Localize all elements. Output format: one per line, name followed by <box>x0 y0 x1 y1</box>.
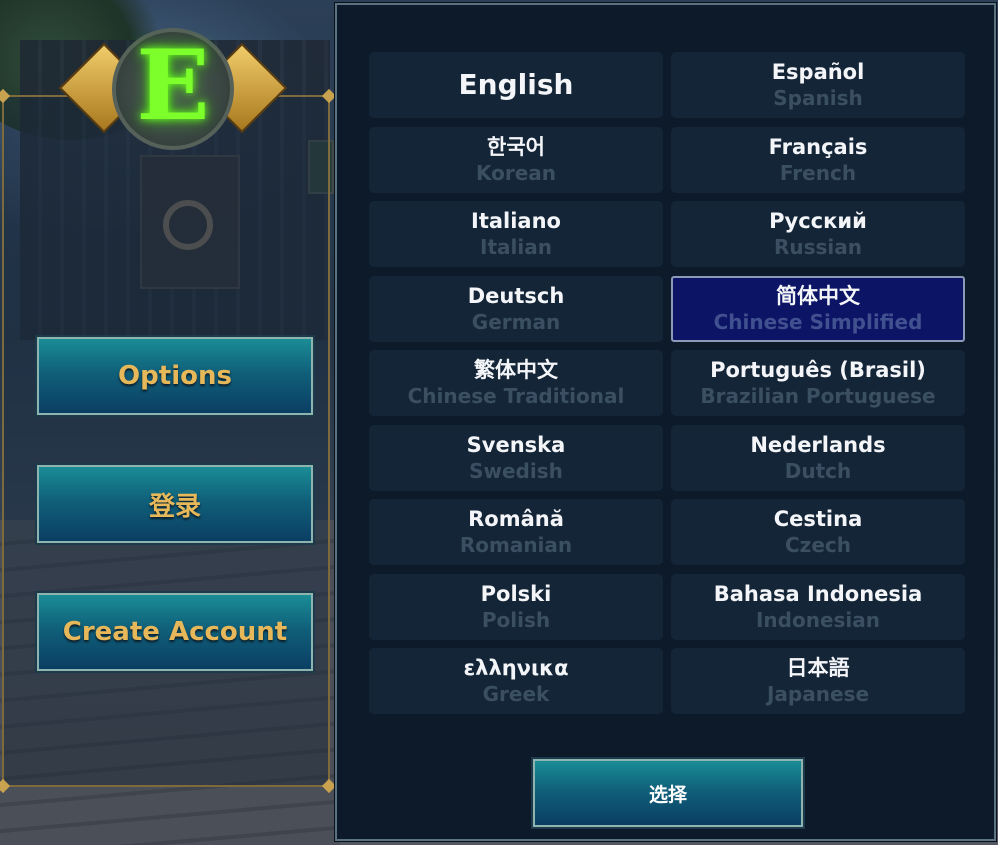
options-button[interactable]: Options <box>35 335 315 417</box>
language-option-spanish[interactable]: Español Spanish <box>671 52 965 118</box>
language-select-dialog: English Español Spanish 한국어 Korean Franç… <box>334 2 997 842</box>
language-option-polish[interactable]: Polski Polish <box>369 573 663 640</box>
language-english-name: Dutch <box>784 458 852 483</box>
language-english-name: Russian <box>773 235 863 259</box>
language-english-name: Swedish <box>469 458 563 483</box>
emblem-disc: E <box>112 28 234 150</box>
language-option-italian[interactable]: Italiano Italian <box>369 201 663 267</box>
language-native-name: Bahasa Indonesia <box>713 581 923 606</box>
language-english-name: Czech <box>785 533 851 557</box>
language-option-japanese[interactable]: 日本語 Japanese <box>671 648 965 714</box>
language-option-swedish[interactable]: Svenska Swedish <box>369 424 663 491</box>
language-native-name: Polski <box>480 581 552 606</box>
glowing-e-icon: E <box>136 29 210 142</box>
language-option-korean[interactable]: 한국어 Korean <box>369 126 663 193</box>
game-logo-emblem: E <box>58 28 288 160</box>
language-option-chinese-traditional[interactable]: 繁体中文 Chinese Traditional <box>369 350 663 416</box>
language-native-name: 한국어 <box>487 134 545 159</box>
language-native-name: Español <box>771 60 865 84</box>
language-option-chinese-simplified[interactable]: 简体中文 Chinese Simplified <box>671 275 965 342</box>
language-native-name: 简体中文 <box>776 283 860 308</box>
language-native-name: 日本語 <box>786 656 850 680</box>
language-option-english[interactable]: English <box>369 52 663 118</box>
language-english-name: German <box>471 309 561 334</box>
language-option-dutch[interactable]: Nederlands Dutch <box>671 424 965 491</box>
language-option-german[interactable]: Deutsch German <box>369 275 663 342</box>
main-menu-panel <box>0 88 337 794</box>
language-native-name: Svenska <box>466 432 566 457</box>
language-english-name: Indonesian <box>755 607 881 632</box>
language-option-romanian[interactable]: Română Romanian <box>369 499 663 565</box>
language-english-name: Chinese Simplified <box>713 309 923 334</box>
language-option-russian[interactable]: Русский Russian <box>671 201 965 267</box>
language-native-name: ελληνικα <box>463 656 569 680</box>
create-account-button[interactable]: Create Account <box>35 591 315 673</box>
language-native-name: Português (Brasil) <box>710 358 926 382</box>
language-option-czech[interactable]: Cestina Czech <box>671 499 965 565</box>
select-language-button[interactable]: 选择 <box>531 757 805 829</box>
language-english-name: Chinese Traditional <box>407 384 625 408</box>
language-native-name: Deutsch <box>467 283 565 308</box>
language-native-name: Русский <box>769 209 867 233</box>
language-native-name: Français <box>768 134 868 159</box>
language-native-name: Română <box>468 507 564 531</box>
language-option-indonesian[interactable]: Bahasa Indonesia Indonesian <box>671 573 965 640</box>
language-english-name: Polish <box>481 607 551 632</box>
language-native-name: Nederlands <box>750 432 886 457</box>
language-english-name: French <box>779 160 857 185</box>
language-native-name: English <box>458 68 574 101</box>
language-option-french[interactable]: Français French <box>671 126 965 193</box>
language-option-brazilian-portuguese[interactable]: Português (Brasil) Brazilian Portuguese <box>671 350 965 416</box>
language-grid: English Español Spanish 한국어 Korean Franç… <box>369 52 967 718</box>
language-native-name: 繁体中文 <box>474 358 558 382</box>
language-native-name: Cestina <box>773 507 863 531</box>
language-native-name: Italiano <box>471 209 561 233</box>
login-button[interactable]: 登录 <box>35 463 315 545</box>
language-english-name: Romanian <box>459 533 573 557</box>
language-english-name: Italian <box>480 235 552 259</box>
language-english-name: Korean <box>475 160 557 185</box>
language-english-name: Brazilian Portuguese <box>700 384 936 408</box>
language-option-greek[interactable]: ελληνικα Greek <box>369 648 663 714</box>
language-english-name: Spanish <box>773 86 863 110</box>
language-english-name: Greek <box>482 682 550 706</box>
language-english-name: Japanese <box>766 682 870 706</box>
